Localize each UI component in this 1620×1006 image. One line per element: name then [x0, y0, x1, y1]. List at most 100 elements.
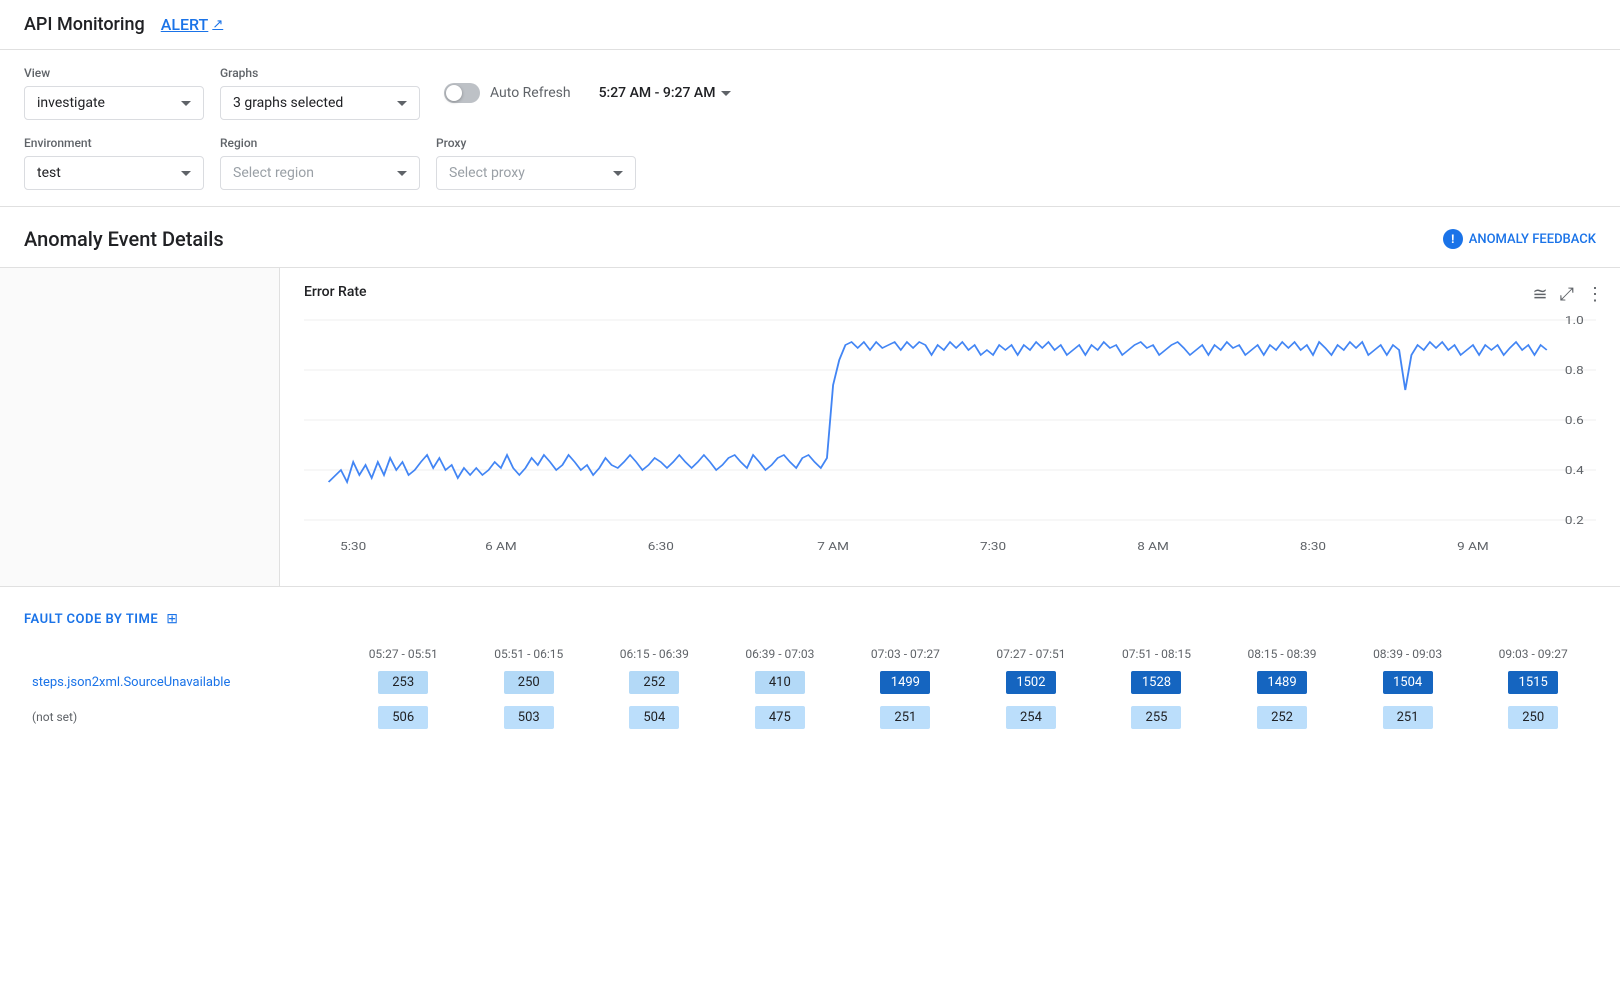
- col-header-1: 05:51 - 06:15: [466, 643, 592, 665]
- chevron-down-icon: [181, 101, 191, 106]
- col-header-3: 06:39 - 07:03: [717, 643, 843, 665]
- svg-text:8 AM: 8 AM: [1137, 541, 1169, 553]
- chart-title: Error Rate: [304, 284, 367, 300]
- svg-text:1.0: 1.0: [1565, 315, 1584, 327]
- chart-left-panel: [0, 268, 280, 586]
- chevron-down-icon: [181, 171, 191, 176]
- svg-text:0.4: 0.4: [1565, 465, 1584, 477]
- error-rate-chart: 1.0 0.8 0.6 0.4 0.2 5:30 6 AM 6:30 7 AM …: [304, 300, 1596, 560]
- cell-1-8: 251: [1345, 700, 1471, 735]
- fault-section: FAULT CODE BY TIME ⊞ 05:27 - 05:51 05:51…: [0, 587, 1620, 759]
- chevron-down-icon: [397, 101, 407, 106]
- fault-table: 05:27 - 05:51 05:51 - 06:15 06:15 - 06:3…: [24, 643, 1596, 735]
- controls-row-2: Environment test Region Select region Pr…: [24, 136, 1596, 190]
- table-row: steps.json2xml.SourceUnavailable 253 250…: [24, 665, 1596, 700]
- anomaly-feedback-button[interactable]: ! ANOMALY FEEDBACK: [1443, 229, 1596, 249]
- graphs-dropdown[interactable]: 3 graphs selected: [220, 86, 420, 120]
- view-control: View investigate: [24, 66, 204, 120]
- feedback-icon: !: [1443, 229, 1463, 249]
- cell-1-9: 250: [1470, 700, 1596, 735]
- page-title: API Monitoring: [24, 14, 145, 35]
- view-label: View: [24, 66, 204, 80]
- auto-refresh-label: Auto Refresh: [490, 85, 571, 101]
- svg-text:9 AM: 9 AM: [1457, 541, 1489, 553]
- time-range-picker[interactable]: 5:27 AM - 9:27 AM: [599, 85, 732, 101]
- external-link-icon: ↗: [212, 17, 223, 32]
- table-row: (not set) 506 503 504 475 251 254 255 25…: [24, 700, 1596, 735]
- auto-refresh-toggle[interactable]: [444, 83, 480, 103]
- cell-0-1: 250: [466, 665, 592, 700]
- svg-text:7 AM: 7 AM: [817, 541, 849, 553]
- page-header: API Monitoring ALERT ↗: [0, 0, 1620, 50]
- proxy-label: Proxy: [436, 136, 636, 150]
- col-header-0: 05:27 - 05:51: [340, 643, 466, 665]
- alert-link[interactable]: ALERT ↗: [161, 15, 223, 34]
- svg-text:0.6: 0.6: [1565, 415, 1584, 427]
- proxy-dropdown[interactable]: Select proxy: [436, 156, 636, 190]
- cell-0-2: 252: [592, 665, 718, 700]
- view-dropdown[interactable]: investigate: [24, 86, 204, 120]
- anomaly-header: Anomaly Event Details ! ANOMALY FEEDBACK: [24, 227, 1596, 251]
- cell-0-9: 1515: [1470, 665, 1596, 700]
- col-header-8: 08:39 - 09:03: [1345, 643, 1471, 665]
- proxy-control: Proxy Select proxy: [436, 136, 636, 190]
- col-header-4: 07:03 - 07:27: [843, 643, 969, 665]
- col-header-7: 08:15 - 08:39: [1219, 643, 1345, 665]
- svg-text:6:30: 6:30: [648, 541, 674, 553]
- cell-1-2: 504: [592, 700, 718, 735]
- svg-text:7:30: 7:30: [980, 541, 1006, 553]
- legend-icon[interactable]: ≅: [1533, 284, 1548, 305]
- graphs-label: Graphs: [220, 66, 420, 80]
- chevron-down-icon: [721, 91, 731, 96]
- cell-1-7: 252: [1219, 700, 1345, 735]
- svg-text:8:30: 8:30: [1300, 541, 1326, 553]
- table-header-row: 05:27 - 05:51 05:51 - 06:15 06:15 - 06:3…: [24, 643, 1596, 665]
- cell-0-4: 1499: [843, 665, 969, 700]
- export-icon[interactable]: ⊞: [166, 611, 178, 627]
- environment-control: Environment test: [24, 136, 204, 190]
- row-label-1: (not set): [24, 700, 340, 735]
- fault-table-title: FAULT CODE BY TIME: [24, 612, 158, 627]
- col-header-5: 07:27 - 07:51: [968, 643, 1094, 665]
- svg-text:6 AM: 6 AM: [485, 541, 517, 553]
- anomaly-section: Anomaly Event Details ! ANOMALY FEEDBACK: [0, 207, 1620, 251]
- cell-1-1: 503: [466, 700, 592, 735]
- environment-label: Environment: [24, 136, 204, 150]
- auto-refresh-container: Auto Refresh: [444, 83, 571, 103]
- more-options-icon[interactable]: ⋮: [1586, 284, 1604, 305]
- cell-1-6: 255: [1094, 700, 1220, 735]
- svg-text:0.2: 0.2: [1565, 515, 1584, 527]
- cell-0-8: 1504: [1345, 665, 1471, 700]
- graphs-control: Graphs 3 graphs selected: [220, 66, 420, 120]
- toggle-knob: [446, 85, 462, 101]
- region-label: Region: [220, 136, 420, 150]
- controls-row-1: View investigate Graphs 3 graphs selecte…: [24, 66, 1596, 120]
- col-header-9: 09:03 - 09:27: [1470, 643, 1596, 665]
- fault-table-header: FAULT CODE BY TIME ⊞: [24, 611, 1596, 627]
- environment-dropdown[interactable]: test: [24, 156, 204, 190]
- chart-right-panel: Error Rate ≅ ⤢ ⋮ 1.0 0.8 0.6 0.4 0.2 5:3…: [280, 268, 1620, 586]
- svg-text:0.8: 0.8: [1565, 365, 1584, 377]
- cell-1-5: 254: [968, 700, 1094, 735]
- cell-1-4: 251: [843, 700, 969, 735]
- cell-0-3: 410: [717, 665, 843, 700]
- controls-panel: View investigate Graphs 3 graphs selecte…: [0, 50, 1620, 207]
- expand-icon[interactable]: ⤢: [1560, 284, 1574, 305]
- region-control: Region Select region: [220, 136, 420, 190]
- cell-0-0: 253: [340, 665, 466, 700]
- col-header-2: 06:15 - 06:39: [592, 643, 718, 665]
- cell-0-7: 1489: [1219, 665, 1345, 700]
- col-header-6: 07:51 - 08:15: [1094, 643, 1220, 665]
- anomaly-title: Anomaly Event Details: [24, 227, 224, 251]
- cell-1-3: 475: [717, 700, 843, 735]
- chevron-down-icon: [613, 171, 623, 176]
- cell-0-6: 1528: [1094, 665, 1220, 700]
- region-dropdown[interactable]: Select region: [220, 156, 420, 190]
- cell-0-5: 1502: [968, 665, 1094, 700]
- row-label-0: steps.json2xml.SourceUnavailable: [24, 665, 340, 700]
- chart-toolbar: ≅ ⤢ ⋮: [1533, 284, 1605, 305]
- cell-1-0: 506: [340, 700, 466, 735]
- chart-area: Error Rate ≅ ⤢ ⋮ 1.0 0.8 0.6 0.4 0.2 5:3…: [0, 267, 1620, 587]
- svg-text:5:30: 5:30: [340, 541, 366, 553]
- chevron-down-icon: [397, 171, 407, 176]
